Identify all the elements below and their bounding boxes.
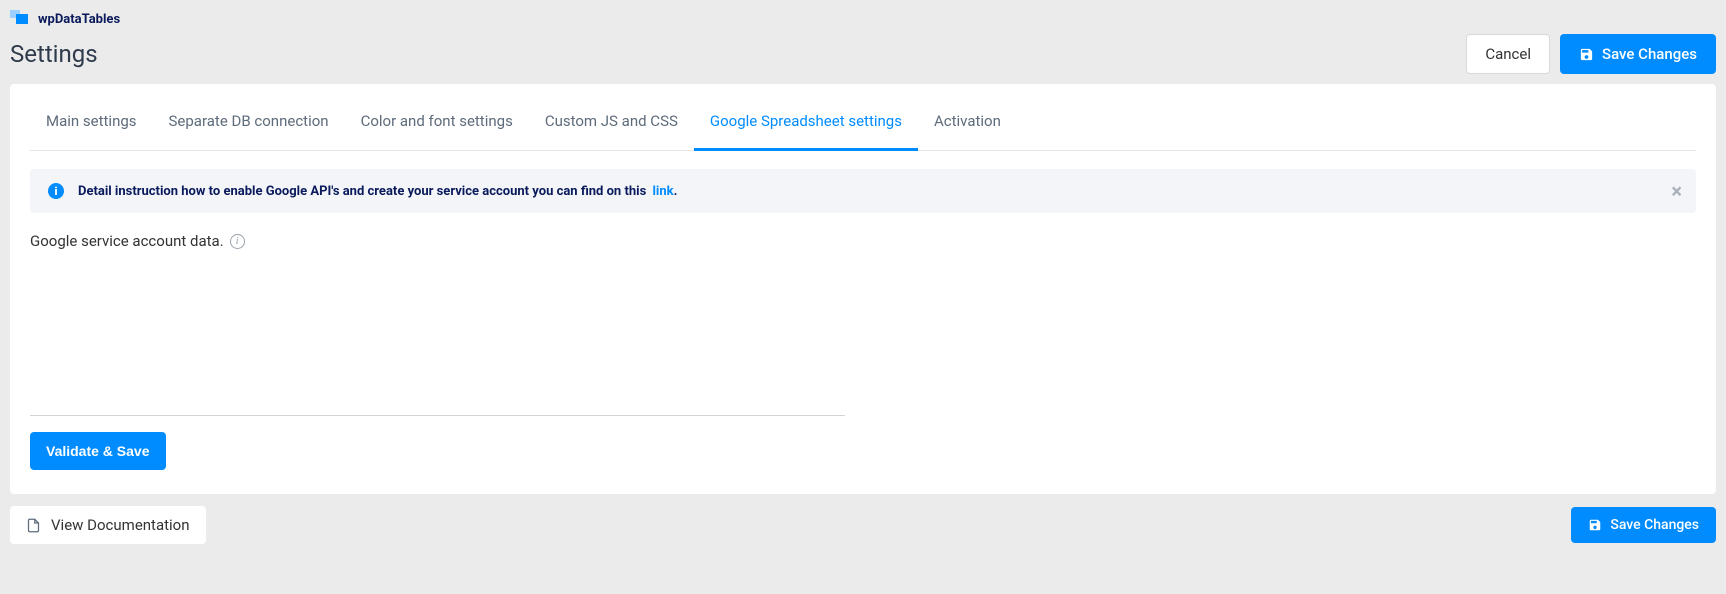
header-row: Settings Cancel Save Changes [10, 34, 1716, 74]
save-icon [1588, 518, 1602, 532]
save-icon [1579, 47, 1594, 62]
field-label: Google service account data. [30, 232, 224, 250]
validate-save-button[interactable]: Validate & Save [30, 432, 166, 470]
tab-google-spreadsheet[interactable]: Google Spreadsheet settings [694, 84, 918, 151]
notice-text-before: Detail instruction how to enable Google … [78, 184, 646, 199]
save-button-bottom[interactable]: Save Changes [1571, 507, 1716, 543]
document-icon [26, 517, 41, 534]
header-actions: Cancel Save Changes [1466, 34, 1716, 74]
settings-panel: Main settings Separate DB connection Col… [10, 84, 1716, 494]
cancel-button[interactable]: Cancel [1466, 34, 1550, 74]
field-label-row: Google service account data. i [30, 232, 245, 250]
save-button-bottom-label: Save Changes [1610, 517, 1699, 533]
view-documentation-label: View Documentation [51, 516, 190, 534]
tab-activation[interactable]: Activation [918, 84, 1017, 151]
save-button-top-label: Save Changes [1602, 45, 1697, 63]
cancel-button-label: Cancel [1485, 45, 1531, 63]
tabs-bar: Main settings Separate DB connection Col… [30, 84, 1696, 151]
validate-save-label: Validate & Save [46, 443, 150, 459]
notice-text-after: . [674, 184, 678, 199]
view-documentation-button[interactable]: View Documentation [10, 506, 206, 544]
brand-logo-icon [10, 10, 32, 28]
content-area: Google service account data. i Validate … [10, 231, 1716, 470]
top-bar: wpDataTables [10, 10, 1716, 28]
service-account-textarea[interactable] [30, 258, 845, 416]
notice-link[interactable]: link [652, 184, 673, 199]
tab-color-font[interactable]: Color and font settings [345, 84, 529, 151]
help-icon[interactable]: i [230, 234, 245, 249]
tab-custom-js-css[interactable]: Custom JS and CSS [529, 84, 694, 151]
tab-separate-db[interactable]: Separate DB connection [153, 84, 345, 151]
notice-text: Detail instruction how to enable Google … [78, 184, 677, 199]
tab-main-settings[interactable]: Main settings [30, 84, 153, 151]
info-icon: i [48, 183, 64, 199]
brand-name: wpDataTables [38, 12, 120, 27]
info-notice: i Detail instruction how to enable Googl… [30, 169, 1696, 213]
close-icon[interactable]: × [1671, 181, 1682, 201]
footer-row: View Documentation Save Changes [10, 506, 1716, 544]
page-title: Settings [10, 40, 98, 68]
save-button-top[interactable]: Save Changes [1560, 34, 1716, 74]
